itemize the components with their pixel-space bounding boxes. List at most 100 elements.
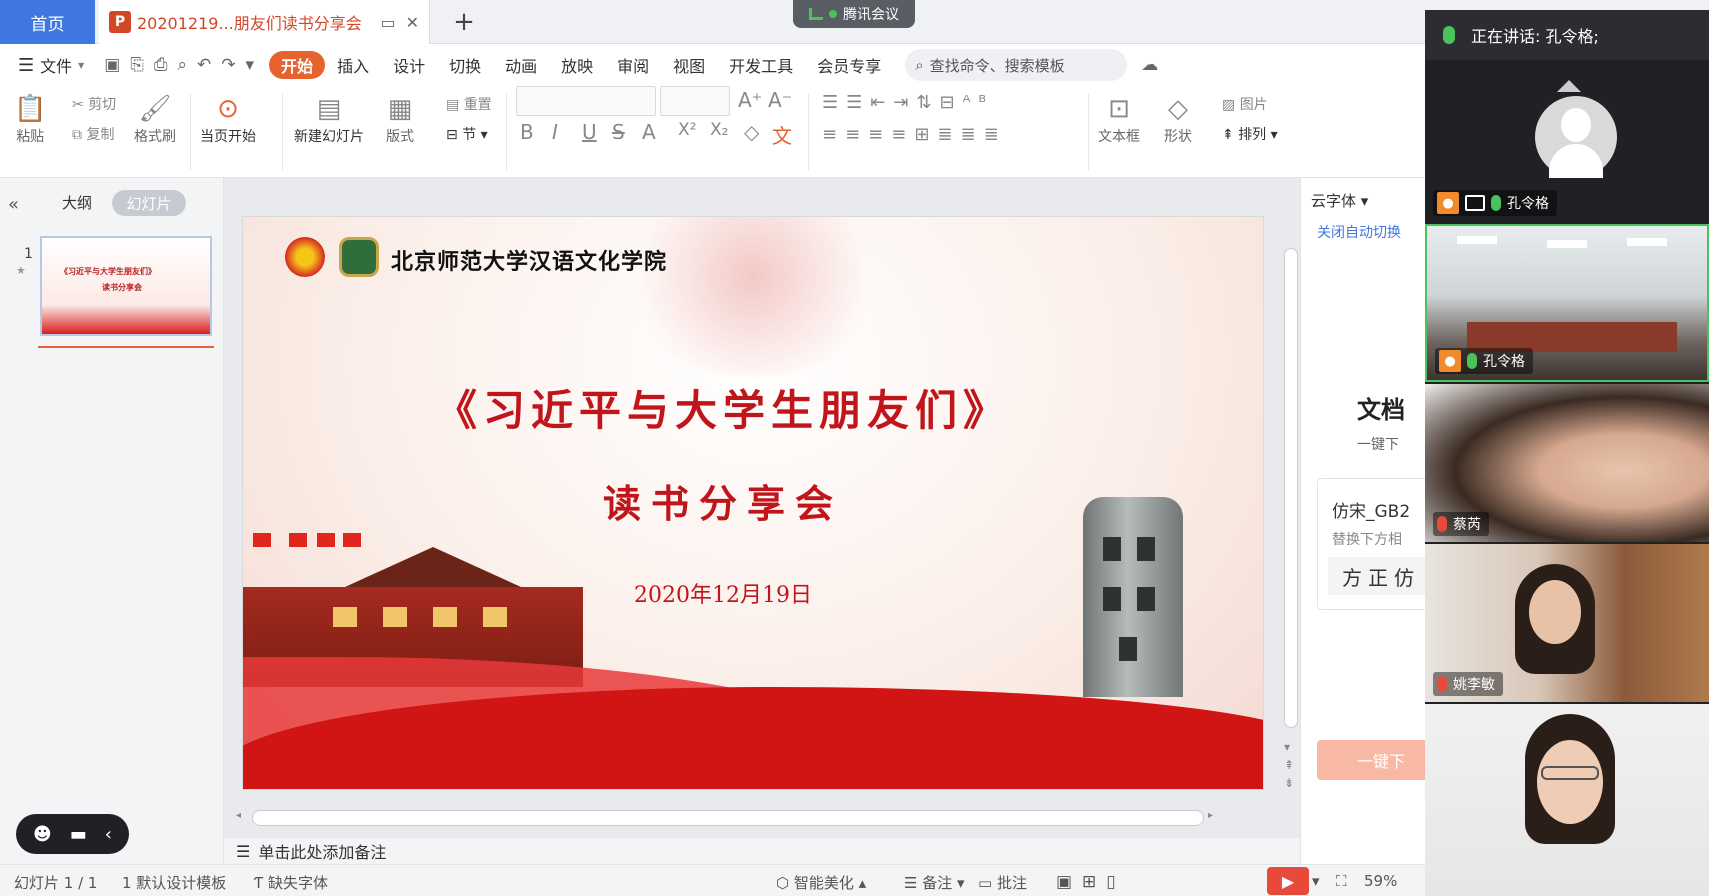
slide-title[interactable]: 《习近平与大学生朋友们》 — [243, 377, 1203, 438]
slide-date[interactable]: 2020年12月19日 — [243, 577, 1203, 609]
slide[interactable]: 北京师范大学汉语文化学院 《习近平与大学生朋友们》 读书分享会 2020年12月… — [242, 216, 1264, 790]
new-slide-button[interactable]: ▤ 新建幻灯片 — [294, 92, 364, 146]
horizontal-scrollbar[interactable] — [252, 810, 1204, 826]
menu-start[interactable]: 开始 — [269, 51, 326, 79]
redo-icon[interactable]: ↷ — [221, 55, 235, 75]
reset-button[interactable]: ▤ 重置 — [446, 94, 492, 114]
list-buttons[interactable]: ☰☰⇤⇥⇅⊟ᴬᴮ — [822, 92, 994, 113]
participant-name: 蔡芮 — [1453, 517, 1481, 533]
scroll-right-icon[interactable]: ▸ — [1208, 810, 1213, 821]
participant-tile[interactable]: 姚李敏 — [1425, 544, 1709, 702]
print-preview-icon[interactable]: ⌕ — [177, 55, 187, 75]
missing-fonts-button[interactable]: Ƭ 缺失字体 — [254, 872, 328, 893]
divider — [282, 94, 283, 170]
slide-college-name: 北京师范大学汉语文化学院 — [391, 249, 668, 275]
template-name[interactable]: 1 默认设计模板 — [122, 872, 226, 893]
tab-outline[interactable]: 大纲 — [62, 192, 92, 213]
arrange-button[interactable]: ⇞ 排列 ▾ — [1222, 124, 1278, 144]
participant-tile[interactable]: 蔡芮 — [1425, 384, 1709, 542]
chevron-left-icon[interactable]: ‹ — [105, 824, 112, 845]
menu-design[interactable]: 设计 — [381, 51, 437, 79]
notes-toggle[interactable]: ☰ 备注 ▾ — [904, 872, 965, 893]
font-size-select[interactable] — [660, 86, 730, 116]
strikethrough-button[interactable]: S — [612, 120, 625, 144]
font-family-select[interactable] — [516, 86, 656, 116]
cloud-icon[interactable]: ☁ — [1141, 55, 1158, 75]
scroll-arrows-icon[interactable]: ▾ ⇞ ⇟ — [1284, 738, 1294, 792]
customize-icon[interactable]: ▾ — [246, 55, 255, 75]
menu-view[interactable]: 视图 — [661, 51, 717, 79]
collapse-arrow-icon[interactable] — [1557, 80, 1581, 92]
slide-thumbnail[interactable]: 《习近平与大学生朋友们》 读书分享会 — [40, 236, 212, 336]
font-color-button[interactable]: A — [642, 120, 656, 144]
cut-button[interactable]: ✂ 剪切 — [72, 94, 116, 114]
undo-icon[interactable]: ↶ — [197, 55, 211, 75]
tab-home[interactable]: 首页 — [0, 0, 95, 44]
doc-subheading: 一键下 — [1357, 437, 1399, 453]
subscript-button[interactable]: X₂ — [710, 120, 728, 140]
export-icon[interactable]: ⎘ — [130, 55, 144, 75]
view-mode-icons[interactable]: ▣⊞▯ — [1056, 872, 1126, 892]
font-shrink-button[interactable]: A⁻ — [768, 88, 792, 112]
phonetic-guide-button[interactable]: 文 — [772, 120, 792, 149]
meeting-indicator[interactable]: 腾讯会议 — [793, 0, 915, 28]
align-buttons[interactable]: ≡≡≡≡⊞≣≣≣ — [822, 124, 1007, 145]
menu-insert[interactable]: 插入 — [325, 51, 381, 79]
command-search[interactable]: ⌕ 查找命令、搜索模板 — [905, 49, 1128, 81]
participant-tile[interactable] — [1425, 704, 1709, 896]
cloud-font-dropdown[interactable]: 云字体 ▾ — [1311, 190, 1368, 211]
paste-button[interactable]: 📋 粘贴 — [14, 92, 46, 146]
chat-icon[interactable]: ▬ — [70, 824, 87, 845]
shape-button[interactable]: ◇ 形状 — [1164, 92, 1192, 146]
tab-slides[interactable]: 幻灯片 — [112, 190, 186, 216]
vertical-scrollbar[interactable] — [1284, 248, 1298, 728]
print-icon[interactable]: ⎙ — [154, 55, 168, 75]
slideshow-menu-icon[interactable]: ▾ — [1312, 872, 1320, 890]
menu-transition[interactable]: 切换 — [437, 51, 493, 79]
slide-subtitle[interactable]: 读书分享会 — [243, 473, 1203, 528]
font-card-sample: 方正仿 — [1328, 557, 1426, 595]
format-painter-button[interactable]: 🖌 格式刷 — [134, 92, 176, 146]
slides-panel: « 大纲 幻灯片 1 ★ 《习近平与大学生朋友们》 读书分享会 ☻ ▬ ‹ — [0, 178, 224, 864]
new-slide-label: 新建幻灯片 — [294, 129, 364, 145]
underline-button[interactable]: U — [582, 120, 597, 144]
save-icon[interactable]: ▣ — [104, 55, 120, 75]
pin-window-icon[interactable]: ▭ — [380, 13, 395, 32]
picture-button[interactable]: ▨ 图片 — [1222, 94, 1268, 114]
auto-switch-link[interactable]: 关闭自动切换 — [1317, 222, 1401, 242]
bold-button[interactable]: B — [520, 120, 534, 144]
one-click-download-button[interactable]: 一键下 — [1317, 740, 1426, 780]
participant-tile[interactable]: ● 孔令格 — [1425, 60, 1709, 222]
italic-button[interactable]: I — [552, 120, 558, 144]
superscript-button[interactable]: X² — [678, 120, 696, 140]
scroll-left-icon[interactable]: ◂ — [236, 810, 241, 821]
fit-window-icon[interactable]: ⛶ — [1336, 872, 1347, 890]
copy-button[interactable]: ⧉ 复制 — [72, 124, 114, 144]
collapse-panel-icon[interactable]: « — [8, 194, 19, 215]
menu-review[interactable]: 审阅 — [605, 51, 661, 79]
menu-developer[interactable]: 开发工具 — [717, 51, 805, 79]
zoom-level[interactable]: 59% — [1364, 872, 1397, 890]
notes-area[interactable]: ☰ 单击此处添加备注 — [224, 838, 1300, 864]
play-current-button[interactable]: ⊙ 当页开始 — [200, 92, 256, 146]
menu-animation[interactable]: 动画 — [493, 51, 549, 79]
slideshow-play-button[interactable]: ▶ — [1267, 867, 1309, 895]
font-card[interactable]: 仿宋_GB2 替换下方相 方正仿 — [1317, 478, 1426, 610]
textbox-button[interactable]: ⊡ 文本框 — [1098, 92, 1140, 146]
new-tab-button[interactable]: + — [448, 6, 480, 38]
font-grow-button[interactable]: A⁺ — [738, 88, 762, 112]
clear-format-button[interactable]: ◇ — [744, 120, 759, 144]
emoji-icon[interactable]: ☻ — [33, 824, 52, 845]
menu-slideshow[interactable]: 放映 — [549, 51, 605, 79]
smart-beautify-button[interactable]: ⬡ 智能美化 ▴ — [776, 872, 866, 893]
tab-document[interactable]: P 20201219...朋友们读书分享会 ▭ ✕ — [99, 0, 430, 44]
close-tab-icon[interactable]: ✕ — [406, 13, 419, 32]
comments-toggle[interactable]: ▭ 批注 — [978, 872, 1027, 893]
layout-button[interactable]: ▦ 版式 — [386, 92, 414, 146]
menu-member[interactable]: 会员专享 — [805, 51, 893, 79]
participant-tile[interactable]: ● 孔令格 — [1425, 224, 1709, 382]
face — [1529, 580, 1581, 644]
file-menu[interactable]: ☰ 文件 ▾ — [18, 53, 84, 77]
floating-toolbar[interactable]: ☻ ▬ ‹ — [16, 814, 129, 854]
section-button[interactable]: ⊟ 节 ▾ — [446, 124, 488, 144]
